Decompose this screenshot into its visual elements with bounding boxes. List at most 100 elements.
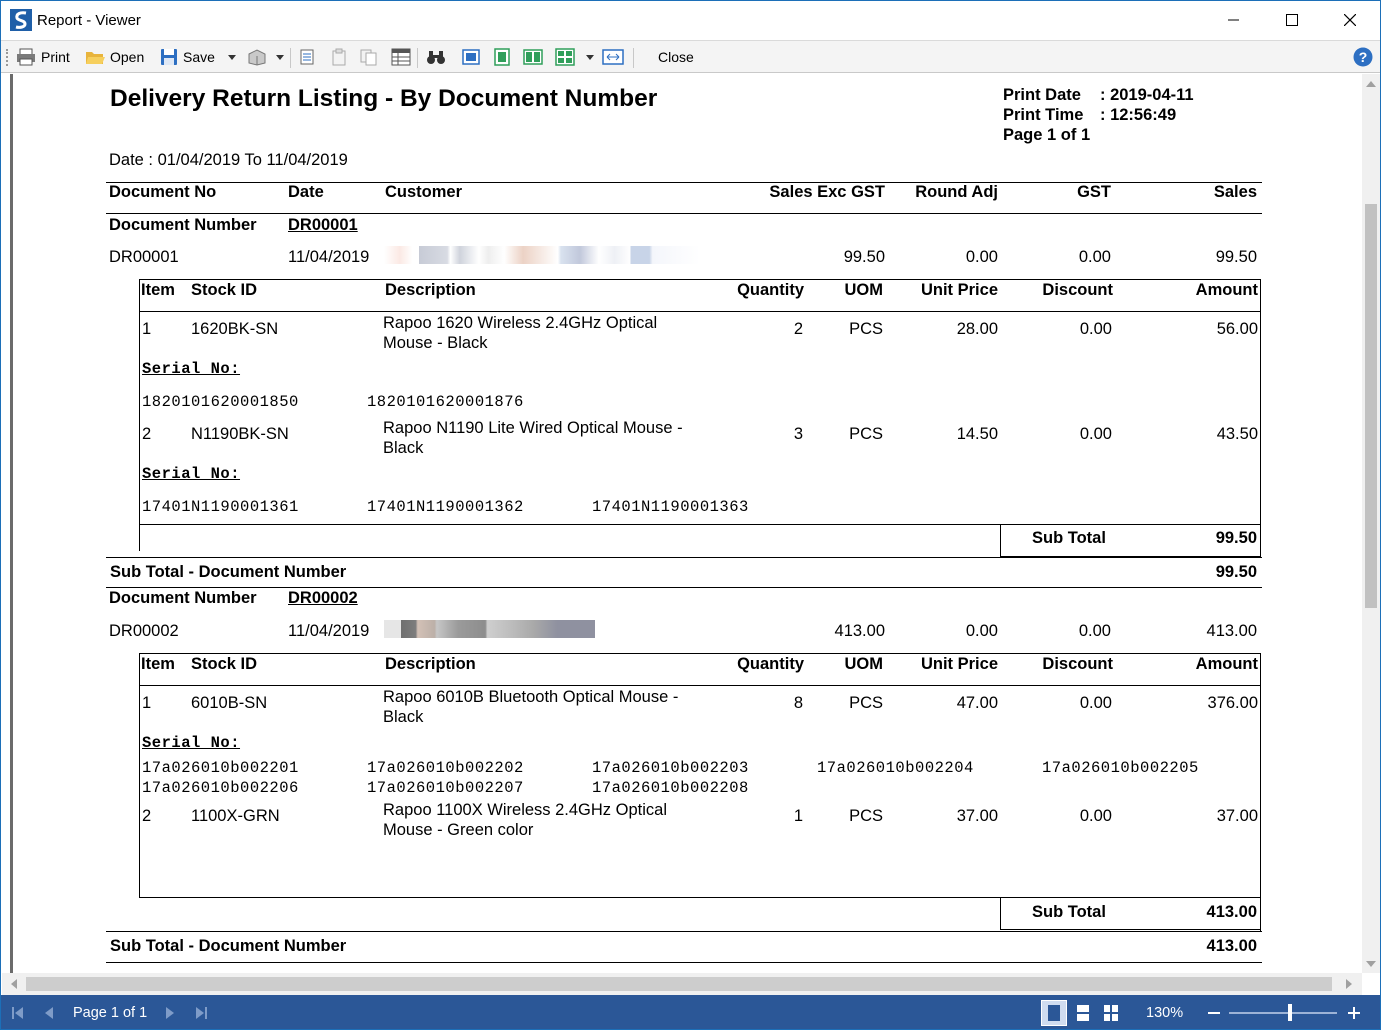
- scroll-right-arrow-icon[interactable]: [1345, 979, 1353, 989]
- find-button[interactable]: [426, 41, 446, 73]
- serial-no-label: Serial No:: [142, 734, 241, 752]
- col-description: Description: [385, 655, 476, 673]
- serial-number: 17a026010b002204: [817, 759, 974, 777]
- page-width-button[interactable]: [493, 41, 511, 73]
- close-label: Close: [658, 49, 694, 65]
- round-adj-cell: 0.00: [965, 622, 998, 640]
- scroll-down-arrow-icon[interactable]: [1366, 960, 1376, 968]
- save-label: Save: [183, 49, 215, 65]
- help-button[interactable]: ?: [1353, 41, 1373, 73]
- sales-cell: 99.50: [1215, 248, 1257, 266]
- app-logo-icon: [10, 9, 32, 31]
- report-viewer-window: Report - Viewer Print Open Save Close ? …: [0, 0, 1381, 1030]
- export-button[interactable]: [247, 41, 267, 73]
- zoom-in-icon[interactable]: [1348, 1007, 1360, 1019]
- discount: 0.00: [1079, 320, 1112, 338]
- close-report-button[interactable]: Close: [658, 41, 694, 73]
- divider: [106, 557, 1262, 558]
- description-line-2: Black: [383, 439, 424, 457]
- description-line-1: Rapoo 1620 Wireless 2.4GHz Optical: [383, 314, 658, 332]
- col-customer: Customer: [385, 183, 463, 201]
- single-page-view-button[interactable]: [1041, 1000, 1067, 1026]
- single-page-button[interactable]: [461, 41, 481, 73]
- date-cell: 11/04/2019: [288, 248, 370, 266]
- stock-id: 1100X-GRN: [191, 807, 280, 825]
- page-indicator: Page 1 of 1: [73, 1005, 148, 1021]
- sales-exc-cell: 413.00: [834, 622, 885, 640]
- vertical-scroll-thumb[interactable]: [1365, 204, 1377, 608]
- serial-number: 17a026010b002201: [142, 759, 299, 777]
- amount: 43.50: [1216, 425, 1258, 443]
- scroll-left-arrow-icon[interactable]: [10, 979, 18, 989]
- divider: [1260, 279, 1261, 558]
- close-icon: [1344, 14, 1356, 26]
- single-page-view-icon: [1048, 1005, 1060, 1021]
- sub-total-doc-label: Sub Total - Document Number: [110, 937, 347, 955]
- table-view-button[interactable]: [391, 41, 411, 73]
- item-no: 1: [142, 694, 152, 712]
- report-page-area[interactable]: Delivery Return Listing - By Document Nu…: [2, 74, 1362, 973]
- divider: [139, 279, 140, 551]
- serial-number: 17401N1190001361: [142, 498, 299, 516]
- continuous-view-icon[interactable]: [1077, 1005, 1089, 1021]
- page-width-icon: [494, 48, 510, 66]
- single-page-icon: [462, 49, 480, 65]
- two-pages-button[interactable]: [523, 41, 543, 73]
- print-date-value: : 2019-04-11: [1100, 86, 1194, 104]
- print-button[interactable]: Print: [16, 41, 70, 73]
- export-dropdown-chevron-down-icon[interactable]: [276, 55, 284, 60]
- minimize-icon: [1228, 19, 1239, 21]
- scroll-up-arrow-icon[interactable]: [1366, 80, 1376, 88]
- sub-total-label: Sub Total: [1032, 529, 1106, 547]
- serial-no-label: Serial No:: [142, 465, 241, 483]
- zoom-out-icon[interactable]: [1208, 1012, 1220, 1014]
- paste-button[interactable]: [330, 41, 348, 73]
- maximize-button[interactable]: [1263, 1, 1321, 39]
- divider: [139, 279, 1260, 280]
- open-button[interactable]: Open: [85, 41, 144, 73]
- full-screen-icon: [602, 49, 624, 65]
- maximize-icon: [1286, 14, 1298, 26]
- vertical-scrollbar[interactable]: [1362, 74, 1380, 973]
- save-dropdown-chevron-down-icon[interactable]: [228, 55, 236, 60]
- full-screen-button[interactable]: [602, 41, 624, 73]
- toolbar-grip[interactable]: [6, 49, 8, 66]
- divider: [1000, 929, 1261, 930]
- col-gst: GST: [1077, 183, 1111, 201]
- gst-cell: 0.00: [1078, 248, 1111, 266]
- save-button[interactable]: Save: [160, 41, 215, 73]
- sub-total-value: 413.00: [1206, 903, 1257, 921]
- sub-total-value: 99.50: [1215, 529, 1257, 547]
- minimize-button[interactable]: [1205, 1, 1263, 39]
- unit-price: 14.50: [956, 425, 998, 443]
- clipboard-icon: [332, 48, 346, 66]
- first-page-icon[interactable]: [11, 1006, 25, 1020]
- date-cell: 11/04/2019: [288, 622, 370, 640]
- last-page-icon[interactable]: [194, 1006, 208, 1020]
- quantity: 8: [793, 694, 803, 712]
- divider: [106, 962, 1262, 963]
- serial-number: 17a026010b002207: [367, 779, 524, 797]
- doc-number-label: Document Number: [109, 589, 257, 607]
- multiple-pages-button[interactable]: [555, 41, 575, 73]
- zoom-slider-track[interactable]: [1229, 1012, 1337, 1014]
- copy-button[interactable]: [359, 41, 379, 73]
- horizontal-scroll-thumb[interactable]: [26, 977, 1332, 991]
- horizontal-scrollbar[interactable]: [2, 973, 1362, 995]
- previous-page-icon[interactable]: [43, 1006, 55, 1020]
- col-item: Item: [141, 655, 175, 673]
- close-window-button[interactable]: [1321, 1, 1379, 39]
- unit-price: 28.00: [956, 320, 998, 338]
- print-time-label: Print Time: [1003, 106, 1084, 124]
- discount: 0.00: [1079, 807, 1112, 825]
- item-no: 2: [142, 425, 152, 443]
- uom: PCS: [849, 807, 883, 825]
- zoom-slider-thumb[interactable]: [1288, 1004, 1292, 1021]
- col-stock-id: Stock ID: [191, 281, 258, 299]
- pages-dropdown-chevron-down-icon[interactable]: [586, 55, 594, 60]
- multi-page-view-icon[interactable]: [1104, 1005, 1118, 1021]
- col-amount: Amount: [1195, 281, 1258, 299]
- next-page-icon[interactable]: [164, 1006, 176, 1020]
- print-label: Print: [41, 49, 70, 65]
- edit-button[interactable]: [298, 41, 316, 73]
